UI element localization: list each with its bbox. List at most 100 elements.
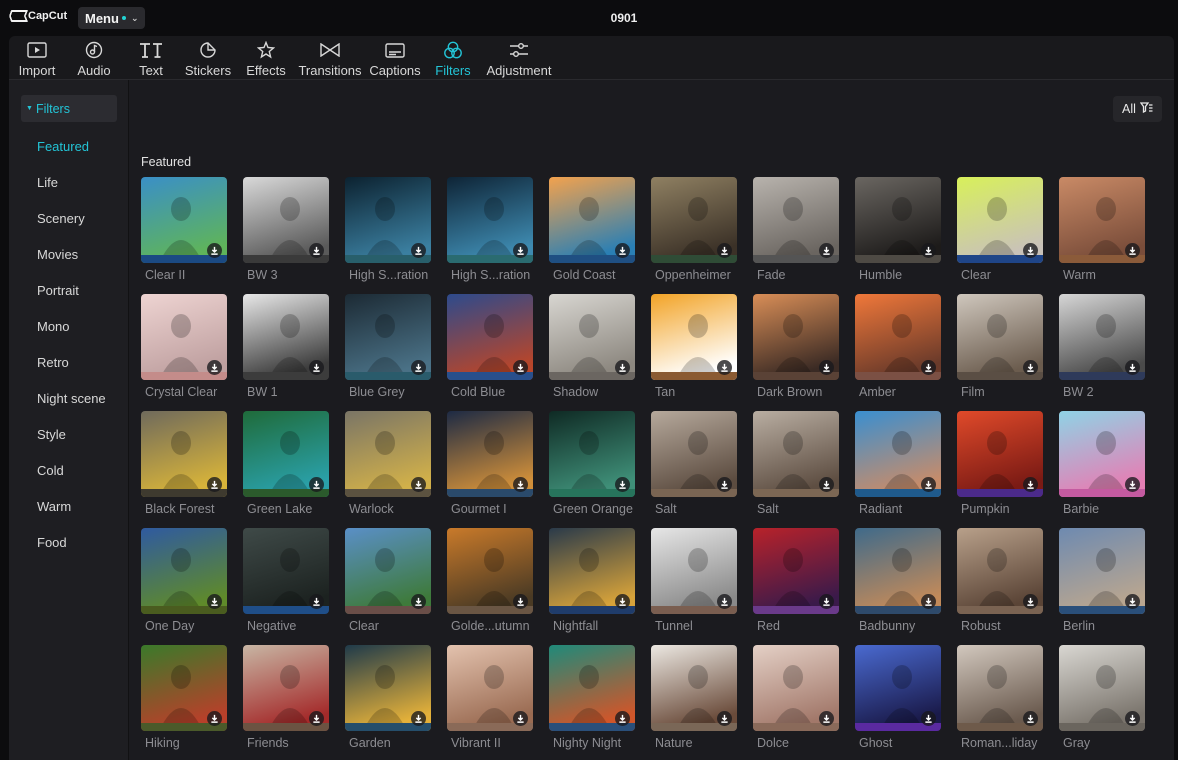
sidebar-item-mono[interactable]: Mono [37, 320, 106, 356]
filter-card[interactable]: Radiant [855, 411, 941, 519]
filter-thumbnail[interactable] [1059, 528, 1145, 614]
download-icon[interactable] [207, 360, 222, 375]
download-icon[interactable] [309, 360, 324, 375]
download-icon[interactable] [819, 711, 834, 726]
download-icon[interactable] [411, 360, 426, 375]
filter-card[interactable]: Gold Coast [549, 177, 635, 285]
filter-thumbnail[interactable] [753, 177, 839, 263]
download-icon[interactable] [1125, 477, 1140, 492]
filter-thumbnail[interactable] [1059, 411, 1145, 497]
filter-card[interactable]: Barbie [1059, 411, 1145, 519]
filter-card[interactable]: Pumpkin [957, 411, 1043, 519]
filter-thumbnail[interactable] [1059, 294, 1145, 380]
filter-card[interactable]: Nighty Night [549, 645, 635, 753]
tab-text[interactable]: Text [123, 36, 179, 79]
filter-thumbnail[interactable] [957, 177, 1043, 263]
filter-thumbnail[interactable] [243, 177, 329, 263]
filter-card[interactable]: High S...ration [345, 177, 431, 285]
download-icon[interactable] [513, 477, 528, 492]
download-icon[interactable] [717, 594, 732, 609]
filter-thumbnail[interactable] [957, 645, 1043, 731]
filter-card[interactable]: Clear [957, 177, 1043, 285]
filter-card[interactable]: Cold Blue [447, 294, 533, 402]
filter-thumbnail[interactable] [243, 645, 329, 731]
filter-card[interactable]: Golde...utumn [447, 528, 533, 636]
filter-thumbnail[interactable] [753, 411, 839, 497]
download-icon[interactable] [1125, 243, 1140, 258]
filter-thumbnail[interactable] [345, 294, 431, 380]
download-icon[interactable] [207, 243, 222, 258]
filter-thumbnail[interactable] [855, 177, 941, 263]
download-icon[interactable] [921, 711, 936, 726]
download-icon[interactable] [1125, 594, 1140, 609]
download-icon[interactable] [717, 711, 732, 726]
download-icon[interactable] [1023, 711, 1038, 726]
download-icon[interactable] [921, 594, 936, 609]
filters-category-header[interactable]: ▼ Filters [21, 95, 117, 122]
filter-thumbnail[interactable] [1059, 177, 1145, 263]
download-icon[interactable] [207, 477, 222, 492]
filter-card[interactable]: Salt [651, 411, 737, 519]
tab-transitions[interactable]: Transitions [295, 36, 365, 79]
sidebar-item-night-scene[interactable]: Night scene [37, 392, 106, 428]
filter-card[interactable]: BW 3 [243, 177, 329, 285]
all-filter-button[interactable]: All [1113, 96, 1162, 122]
filter-thumbnail[interactable] [447, 645, 533, 731]
download-icon[interactable] [819, 477, 834, 492]
filter-thumbnail[interactable] [549, 177, 635, 263]
filter-card[interactable]: BW 2 [1059, 294, 1145, 402]
filter-card[interactable]: Dark Brown [753, 294, 839, 402]
filter-card[interactable]: Nightfall [549, 528, 635, 636]
filter-thumbnail[interactable] [651, 528, 737, 614]
download-icon[interactable] [819, 594, 834, 609]
sidebar-item-style[interactable]: Style [37, 428, 106, 464]
filter-card[interactable]: Tunnel [651, 528, 737, 636]
filter-card[interactable]: Ghost [855, 645, 941, 753]
sidebar-item-food[interactable]: Food [37, 536, 106, 572]
sidebar-item-retro[interactable]: Retro [37, 356, 106, 392]
filter-card[interactable]: Robust [957, 528, 1043, 636]
download-icon[interactable] [717, 360, 732, 375]
download-icon[interactable] [309, 594, 324, 609]
download-icon[interactable] [411, 594, 426, 609]
filter-thumbnail[interactable] [957, 294, 1043, 380]
download-icon[interactable] [411, 477, 426, 492]
sidebar-item-portrait[interactable]: Portrait [37, 284, 106, 320]
sidebar-item-featured[interactable]: Featured [37, 140, 106, 176]
filter-card[interactable]: Film [957, 294, 1043, 402]
filter-card[interactable]: Gray [1059, 645, 1145, 753]
sidebar-item-life[interactable]: Life [37, 176, 106, 212]
filter-thumbnail[interactable] [345, 528, 431, 614]
sidebar-item-cold[interactable]: Cold [37, 464, 106, 500]
download-icon[interactable] [717, 477, 732, 492]
filter-thumbnail[interactable] [345, 411, 431, 497]
download-icon[interactable] [207, 594, 222, 609]
download-icon[interactable] [309, 243, 324, 258]
download-icon[interactable] [309, 477, 324, 492]
sidebar-item-movies[interactable]: Movies [37, 248, 106, 284]
filter-card[interactable]: Red [753, 528, 839, 636]
download-icon[interactable] [615, 594, 630, 609]
filter-card[interactable]: Blue Grey [345, 294, 431, 402]
filter-thumbnail[interactable] [549, 645, 635, 731]
filter-card[interactable]: Nature [651, 645, 737, 753]
filter-thumbnail[interactable] [345, 177, 431, 263]
download-icon[interactable] [411, 711, 426, 726]
filter-card[interactable]: Green Orange [549, 411, 635, 519]
filter-thumbnail[interactable] [141, 645, 227, 731]
filter-card[interactable]: Shadow [549, 294, 635, 402]
download-icon[interactable] [513, 360, 528, 375]
download-icon[interactable] [615, 477, 630, 492]
filter-thumbnail[interactable] [651, 177, 737, 263]
filter-thumbnail[interactable] [957, 411, 1043, 497]
filter-card[interactable]: Warm [1059, 177, 1145, 285]
filter-thumbnail[interactable] [855, 294, 941, 380]
filter-card[interactable]: Crystal Clear [141, 294, 227, 402]
download-icon[interactable] [819, 360, 834, 375]
sidebar-item-scenery[interactable]: Scenery [37, 212, 106, 248]
download-icon[interactable] [513, 243, 528, 258]
download-icon[interactable] [921, 360, 936, 375]
download-icon[interactable] [717, 243, 732, 258]
filter-card[interactable]: Oppenheimer [651, 177, 737, 285]
download-icon[interactable] [411, 243, 426, 258]
